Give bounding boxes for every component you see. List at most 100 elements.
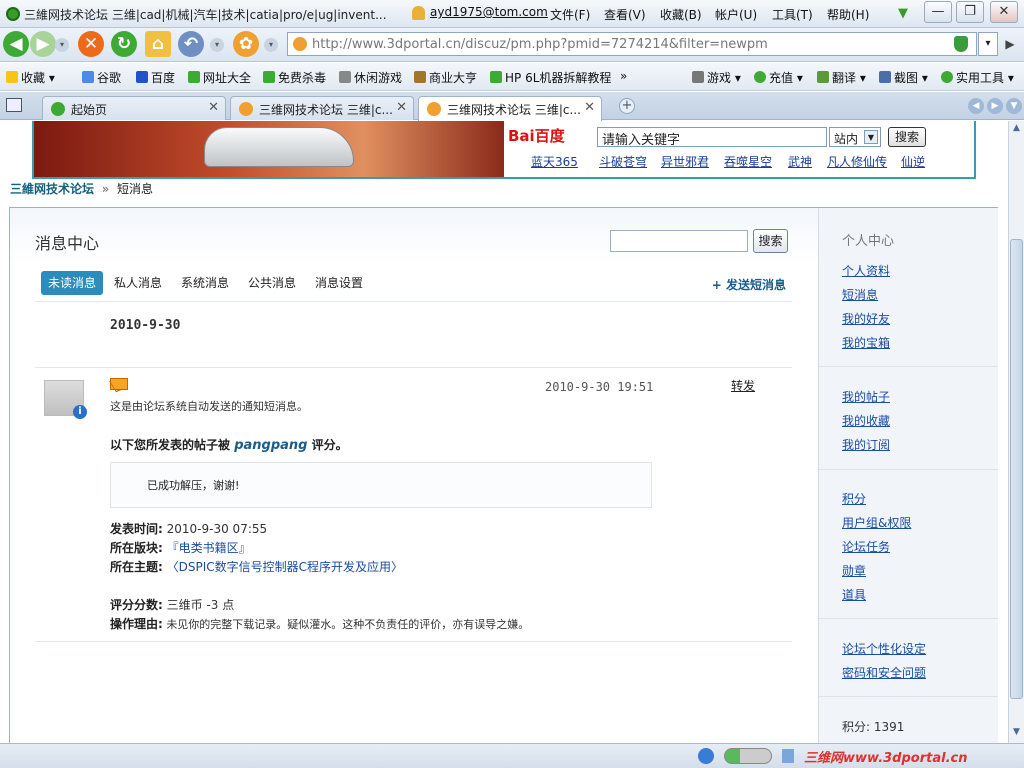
bookmark-hp-tutorial[interactable]: HP 6L机器拆解教程 (490, 69, 611, 86)
forward-link[interactable]: 转发 (731, 377, 755, 394)
bookmark-games[interactable]: 休闲游戏 (339, 69, 402, 86)
pm-search-input[interactable] (610, 230, 748, 252)
toolbar-translate[interactable]: 翻译 ▾ (817, 69, 866, 86)
security-shield-icon[interactable] (954, 36, 968, 52)
paw-dropdown-icon[interactable]: ▾ (264, 38, 278, 52)
vertical-scrollbar[interactable]: ▲ ▼ (1008, 121, 1024, 743)
tab-scroll-right-icon[interactable]: ▶ (987, 98, 1003, 114)
rater-username[interactable]: pangpang (234, 438, 307, 453)
close-icon[interactable]: ✕ (396, 100, 407, 115)
menu-tools[interactable]: 工具(T) (772, 6, 813, 23)
scrollbar-thumb[interactable] (1010, 239, 1023, 699)
sidebar-item-tasks[interactable]: 论坛任务 (842, 538, 890, 555)
banner-link[interactable]: 斗破苍穹 (599, 153, 647, 170)
bookmark-google[interactable]: 谷歌 (82, 69, 121, 86)
breadcrumb-home-link[interactable]: 三維网技术论坛 (10, 182, 94, 196)
tab-start-page[interactable]: 起始页 ✕ (42, 96, 226, 120)
undo-dropdown-icon[interactable]: ▾ (210, 38, 224, 52)
address-url[interactable]: http://www.3dportal.cn/discuz/pm.php?pmi… (312, 37, 768, 52)
banner-link[interactable]: 凡人修仙传 (827, 153, 887, 170)
bookmark-tycoon[interactable]: 商业大亨 (414, 69, 477, 86)
forward-icon[interactable]: ▶ (30, 31, 56, 57)
sidebar-item-subscriptions[interactable]: 我的订阅 (842, 436, 890, 453)
avatar[interactable]: i (44, 380, 87, 419)
maximize-button[interactable]: ❐ (956, 1, 984, 23)
menu-file[interactable]: 文件(F) (550, 6, 590, 23)
sidebar-item-pm[interactable]: 短消息 (842, 286, 878, 303)
tab-settings[interactable]: 消息设置 (308, 271, 370, 295)
sidebar-item-credits[interactable]: 积分 (842, 490, 866, 507)
banner-ad-image[interactable] (34, 121, 504, 177)
address-dropdown-icon[interactable]: ▾ (978, 32, 998, 56)
tab-scroll-left-icon[interactable]: ◀ (968, 98, 984, 114)
bookmark-site-directory[interactable]: 网址大全 (188, 69, 251, 86)
undo-icon[interactable]: ↶ (178, 31, 204, 57)
new-tab-icon[interactable]: + (619, 98, 635, 114)
tab-list-icon[interactable]: ▼ (1006, 98, 1022, 114)
bookmark-favorites[interactable]: 收藏 ▾ (6, 69, 55, 86)
search-scope-select[interactable]: 站内 ▼ (829, 127, 881, 147)
sidebar-item-treasure[interactable]: 我的宝箱 (842, 334, 890, 351)
tab-unread[interactable]: 未读消息 (41, 271, 104, 295)
scroll-up-icon[interactable]: ▲ (1010, 123, 1023, 137)
menu-favorites[interactable]: 收藏(B) (660, 6, 702, 23)
scroll-down-icon[interactable]: ▼ (1010, 727, 1023, 741)
banner-link[interactable]: 武神 (788, 153, 812, 170)
home-icon[interactable]: ⌂ (145, 31, 171, 57)
pm-search-button[interactable]: 搜索 (753, 229, 788, 253)
sidebar-toggle-icon[interactable] (6, 98, 22, 112)
go-icon[interactable]: ▶ (1000, 32, 1020, 56)
directory-icon (188, 71, 200, 83)
menu-help[interactable]: 帮助(H) (827, 6, 869, 23)
banner-link[interactable]: 蓝天365 (531, 153, 578, 170)
address-bar[interactable]: http://www.3dportal.cn/discuz/pm.php?pmi… (287, 32, 977, 56)
tab-system[interactable]: 系统消息 (174, 271, 236, 295)
start-page-icon (51, 102, 65, 116)
banner-link[interactable]: 吞噬星空 (724, 153, 772, 170)
forum-link[interactable]: 『电类书籍区』 (167, 541, 251, 555)
topic-link[interactable]: 〈DSPIC数字信号控制器C程序开发及应用〉 (167, 560, 403, 574)
traffic-light-icon[interactable] (724, 748, 772, 764)
paw-icon[interactable]: ✿ (233, 31, 259, 57)
download-icon[interactable] (782, 749, 794, 763)
sidebar-item-favorites[interactable]: 我的收藏 (842, 412, 890, 429)
toolbar-screenshot[interactable]: 截图 ▾ (879, 69, 928, 86)
bookmark-baidu[interactable]: 百度 (136, 69, 175, 86)
close-icon[interactable]: ✕ (584, 100, 595, 115)
account-link[interactable]: ayd1975@tom.com (430, 5, 548, 19)
menu-view[interactable]: 查看(V) (604, 6, 646, 23)
sidebar-item-my-posts[interactable]: 我的帖子 (842, 388, 890, 405)
sidebar-item-props[interactable]: 道具 (842, 586, 866, 603)
history-dropdown-icon[interactable]: ▾ (55, 38, 69, 52)
menu-account[interactable]: 帐户(U) (715, 6, 757, 23)
sidebar-item-usergroup[interactable]: 用户组&权限 (842, 514, 911, 531)
sidebar-item-security[interactable]: 密码和安全问题 (842, 664, 926, 681)
baidu-search-button[interactable]: 搜索 (888, 127, 926, 147)
send-pm-button[interactable]: + 发送短消息 (712, 276, 786, 293)
bookmark-antivirus[interactable]: 免费杀毒 (263, 69, 326, 86)
banner-link[interactable]: 仙逆 (901, 153, 925, 170)
chevron-down-icon: ▼ (864, 130, 878, 144)
sidebar-item-customize[interactable]: 论坛个性化设定 (842, 640, 926, 657)
toolbar-games[interactable]: 游戏 ▾ (692, 69, 741, 86)
sidebar-item-medals[interactable]: 勋章 (842, 562, 866, 579)
tab-public[interactable]: 公共消息 (241, 271, 303, 295)
sidebar-item-profile[interactable]: 个人资料 (842, 262, 890, 279)
toolbar-recharge[interactable]: 充值 ▾ (754, 69, 803, 86)
back-icon[interactable]: ◀ (3, 31, 29, 57)
tab-forum-active[interactable]: 三维网技术论坛 三维|c... ✕ (418, 96, 602, 121)
baidu-search-input[interactable]: 请输入关键字 (597, 127, 827, 148)
tab-forum-1[interactable]: 三维网技术论坛 三维|c... ✕ (230, 96, 414, 120)
minimize-button[interactable]: — (924, 1, 952, 23)
banner-link[interactable]: 异世邪君 (661, 153, 709, 170)
shirt-icon[interactable]: ▼ (898, 6, 908, 21)
refresh-icon[interactable]: ↻ (111, 31, 137, 57)
close-icon[interactable]: ✕ (208, 100, 219, 115)
tab-private[interactable]: 私人消息 (107, 271, 169, 295)
network-icon[interactable] (698, 748, 714, 764)
sidebar-item-friends[interactable]: 我的好友 (842, 310, 890, 327)
bookmarks-overflow-icon[interactable]: » (620, 69, 627, 83)
close-button[interactable]: ✕ (990, 1, 1018, 23)
toolbar-utilities[interactable]: 实用工具 ▾ (941, 69, 1014, 86)
stop-icon[interactable]: ✕ (78, 31, 104, 57)
